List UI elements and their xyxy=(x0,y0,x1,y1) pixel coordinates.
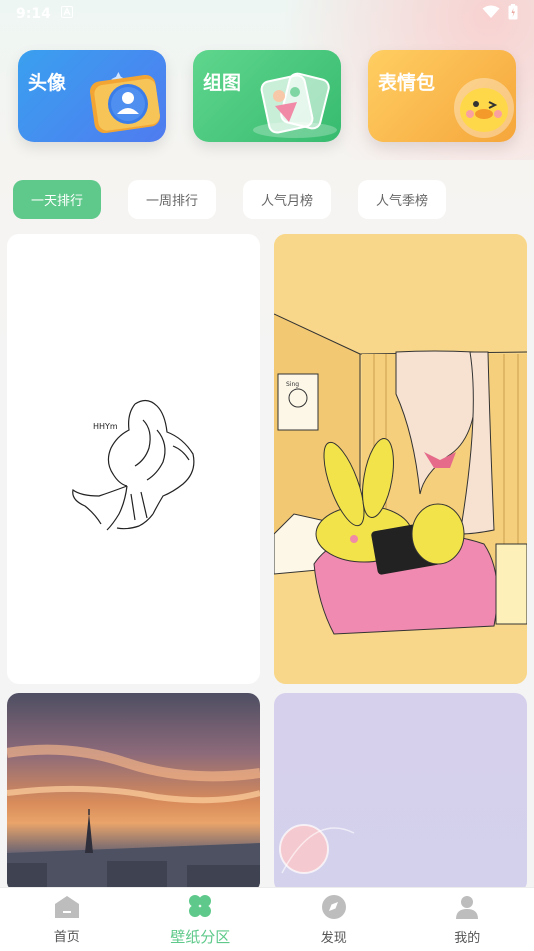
wallpaper-tile-lavender[interactable] xyxy=(274,693,527,893)
tab-daily-ranking[interactable]: 一天排行 xyxy=(13,180,101,219)
category-cards: 头像 组图 表情包 xyxy=(18,50,516,142)
wallpaper-tile-sunset[interactable] xyxy=(7,693,260,893)
clover-icon xyxy=(187,893,213,923)
poster-text: Sing xyxy=(286,381,299,388)
compass-icon xyxy=(321,894,347,924)
avatar-card-icon xyxy=(86,68,164,142)
bottom-navigation: 首页 壁纸分区 发现 我的 xyxy=(0,887,534,951)
wifi-icon xyxy=(482,5,500,23)
photo-stack-icon xyxy=(251,68,339,142)
nav-discover-label: 发现 xyxy=(320,930,347,946)
wallpaper-tile-bunny[interactable]: Sing xyxy=(274,234,527,684)
tab-monthly-popular[interactable]: 人气月榜 xyxy=(243,180,331,219)
category-card-photo-set[interactable]: 组图 xyxy=(193,50,341,142)
notification-a-icon xyxy=(60,6,73,22)
status-time: 9:14 xyxy=(16,6,51,22)
tab-seasonal-popular[interactable]: 人气季榜 xyxy=(358,180,446,219)
nav-home[interactable]: 首页 xyxy=(17,895,117,945)
nav-mine[interactable]: 我的 xyxy=(417,894,517,946)
category-card-emoji[interactable]: 表情包 xyxy=(368,50,516,142)
nav-wallpaper-zone[interactable]: 壁纸分区 xyxy=(150,893,250,947)
lavender-moon-image xyxy=(279,824,355,874)
line-sketch-image: HHYm xyxy=(72,399,195,531)
sunset-city-image xyxy=(7,744,260,893)
wallpaper-tile-sketch[interactable]: HHYm xyxy=(7,234,260,684)
category-label: 头像 xyxy=(28,72,67,94)
status-bar: 9:14 xyxy=(0,0,534,28)
bunny-bedroom-image: Sing xyxy=(274,234,527,684)
category-label: 表情包 xyxy=(378,72,436,94)
tab-weekly-ranking[interactable]: 一周排行 xyxy=(128,180,216,219)
profile-icon xyxy=(454,894,480,924)
emoji-duck-icon xyxy=(440,74,516,142)
sketch-signature: HHYm xyxy=(93,422,118,431)
nav-mine-label: 我的 xyxy=(454,930,481,946)
ranking-tabs: 一天排行 一周排行 人气月榜 人气季榜 xyxy=(13,180,446,219)
category-label: 组图 xyxy=(203,72,242,94)
nav-discover[interactable]: 发现 xyxy=(284,894,384,946)
battery-icon xyxy=(508,4,518,24)
home-icon xyxy=(54,895,80,923)
nav-wallpaper-zone-label: 壁纸分区 xyxy=(170,927,231,946)
nav-home-label: 首页 xyxy=(53,929,80,945)
category-card-avatar[interactable]: 头像 xyxy=(18,50,166,142)
